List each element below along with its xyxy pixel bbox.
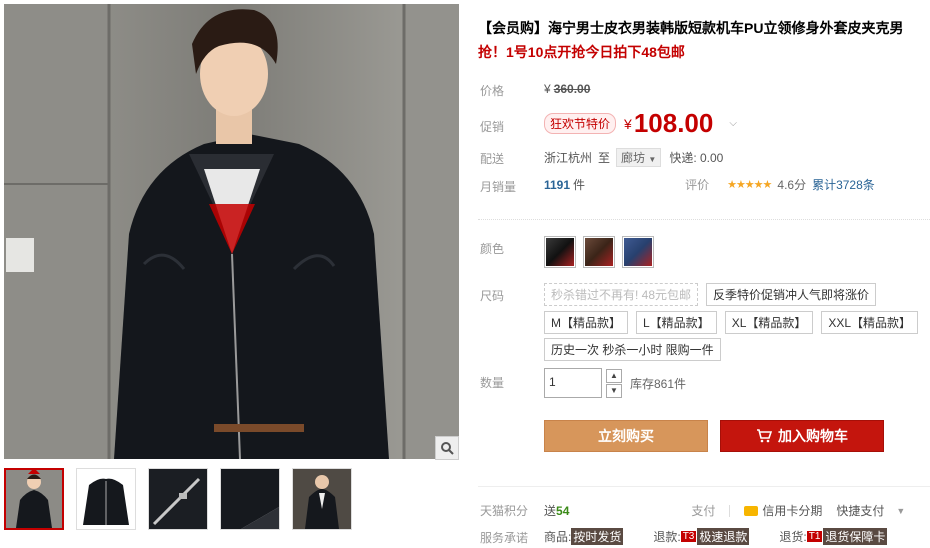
ship-from: 浙江杭州 [544, 151, 593, 165]
promo-label: 促销 [480, 120, 505, 134]
promo-price: 108.00 [633, 108, 714, 138]
quantity-label: 数量 [480, 376, 505, 390]
color-label: 颜色 [480, 242, 505, 256]
review-total-link[interactable]: 累计3728条 [812, 176, 875, 193]
quick-pay[interactable]: 快捷支付 [836, 502, 884, 519]
thumbnail-3[interactable] [148, 468, 208, 530]
add-to-cart-button[interactable]: 加入购物车 [720, 420, 884, 452]
size-label: 尺码 [480, 289, 505, 303]
destination-city: 廊坊 [621, 151, 646, 165]
original-price: ¥ 360.00 [544, 82, 590, 96]
buy-now-button[interactable]: 立刻购买 [544, 420, 708, 452]
thumbnail-image [221, 469, 279, 529]
decrease-button[interactable]: ▼ [606, 383, 622, 398]
promo-price-row: 狂欢节特价 ¥ 108.00 ⌵ [544, 108, 737, 139]
credit-installment[interactable]: 信用卡分期 [762, 502, 822, 519]
sales-label: 月销量 [480, 180, 517, 194]
promo-tag: 狂欢节特价 [544, 113, 617, 134]
sales-unit: 件 [573, 178, 586, 192]
rating-stars: ★★★★★ [727, 179, 772, 191]
product-subtitle: 抢！1号10点开抢今日拍下48包邮 [478, 44, 685, 60]
sales-row: 1191 件 评价 ★★★★★ 4.6分 累计3728条 [544, 176, 875, 193]
refund-label: 退款: [653, 530, 681, 544]
zoom-button[interactable] [435, 436, 459, 460]
service-row: 商品: 按时发货 退款: T3 极速退款 退货: T1 退货保障卡 [544, 528, 888, 545]
points-label: 天猫积分 [480, 504, 529, 518]
size-option-flash[interactable]: 历史一次 秒杀一小时 限购一件 [544, 338, 721, 361]
size-option-clearance[interactable]: 反季特价促销冲人气即将涨价 [706, 283, 877, 306]
size-row-1: 秒杀错过不再有! 48元包邮 反季特价促销冲人气即将涨价 [544, 283, 884, 306]
points-prefix: 送 [544, 504, 557, 518]
thumbnail-1[interactable] [4, 468, 64, 530]
shipping-row: 浙江杭州 至 廊坊 ▼ 快递: 0.00 [544, 148, 723, 167]
swatch-fill [585, 238, 613, 266]
original-price-value: 360.00 [553, 82, 591, 96]
size-option-m[interactable]: M【精品款】 [544, 311, 628, 334]
refund-code-badge: T3 [680, 531, 697, 542]
service-label: 服务承诺 [480, 531, 529, 545]
price-label: 价格 [480, 84, 505, 98]
quantity-input[interactable]: 1 [544, 368, 602, 398]
shipping-label: 配送 [480, 152, 505, 166]
chevron-down-icon[interactable]: ⌵ [729, 118, 737, 129]
quantity-row: 1 ▲ ▼ 库存861件 [544, 368, 686, 398]
color-swatch-blue[interactable] [622, 236, 654, 268]
stock-text: 库存861件 [630, 376, 687, 391]
cart-icon [757, 429, 772, 443]
ship-to-word: 至 [598, 151, 611, 165]
size-option-xxl[interactable]: XXL【精品款】 [821, 311, 919, 334]
thumbnail-5[interactable] [292, 468, 352, 530]
separator [729, 504, 731, 517]
size-option-promo[interactable]: 秒杀错过不再有! 48元包邮 [544, 283, 699, 306]
return-tag[interactable]: 退货保障卡 [823, 528, 888, 545]
express-fee: 快递: 0.00 [669, 151, 724, 165]
thumbnail-image [293, 469, 351, 529]
return-code-badge: T1 [806, 531, 823, 542]
color-swatches [544, 236, 661, 268]
goods-label: 商品: [544, 530, 572, 544]
divider [478, 486, 930, 487]
goods-tag[interactable]: 按时发货 [571, 528, 624, 545]
swatch-fill [546, 238, 574, 266]
size-option-xl[interactable]: XL【精品款】 [724, 311, 814, 334]
chevron-down-icon: ▼ [648, 155, 657, 164]
color-swatch-brown[interactable] [583, 236, 615, 268]
points-value: 54 [556, 503, 570, 518]
original-price-currency: ¥ [544, 82, 551, 96]
thumbnail-strip [4, 468, 352, 530]
points-row: 送 54 支付 信用卡分期 快捷支付 ▼ [544, 502, 905, 519]
credit-card-icon [744, 505, 759, 516]
magnifier-icon [441, 442, 454, 455]
main-product-image[interactable] [4, 4, 459, 459]
rating-score: 4.6分 [777, 178, 807, 192]
add-to-cart-label: 加入购物车 [778, 428, 848, 444]
thumbnail-4[interactable] [220, 468, 280, 530]
refund-tag[interactable]: 极速退款 [697, 528, 750, 545]
product-title: 【会员购】海宁男士皮衣男装韩版短款机车PU立领修身外套皮夹克男 [478, 20, 904, 36]
monthly-sales-count: 1191 [544, 177, 571, 192]
thumbnail-image [149, 469, 207, 529]
thumbnail-image [77, 469, 135, 529]
promo-currency: ¥ [624, 115, 632, 132]
swatch-fill [624, 238, 652, 266]
pay-label: 支付 [691, 504, 716, 518]
product-photo [4, 4, 459, 459]
destination-city-select[interactable]: 廊坊 ▼ [616, 148, 662, 167]
size-row-3: 历史一次 秒杀一小时 限购一件 [544, 338, 729, 361]
size-row-2: M【精品款】 L【精品款】 XL【精品款】 XXL【精品款】 [544, 311, 926, 334]
divider [478, 219, 930, 220]
color-swatch-black[interactable] [544, 236, 576, 268]
size-option-l[interactable]: L【精品款】 [636, 311, 717, 334]
review-label: 评价 [685, 178, 710, 192]
product-detail-panel: 【会员购】海宁男士皮衣男装韩版短款机车PU立领修身外套皮夹克男 抢！1号10点开… [478, 0, 930, 548]
chevron-down-icon[interactable]: ▼ [896, 506, 905, 516]
return-label: 退货: [779, 530, 807, 544]
thumbnail-2[interactable] [76, 468, 136, 530]
increase-button[interactable]: ▲ [606, 368, 622, 383]
quantity-stepper: ▲ ▼ [606, 368, 622, 398]
thumbnail-image [6, 470, 62, 528]
